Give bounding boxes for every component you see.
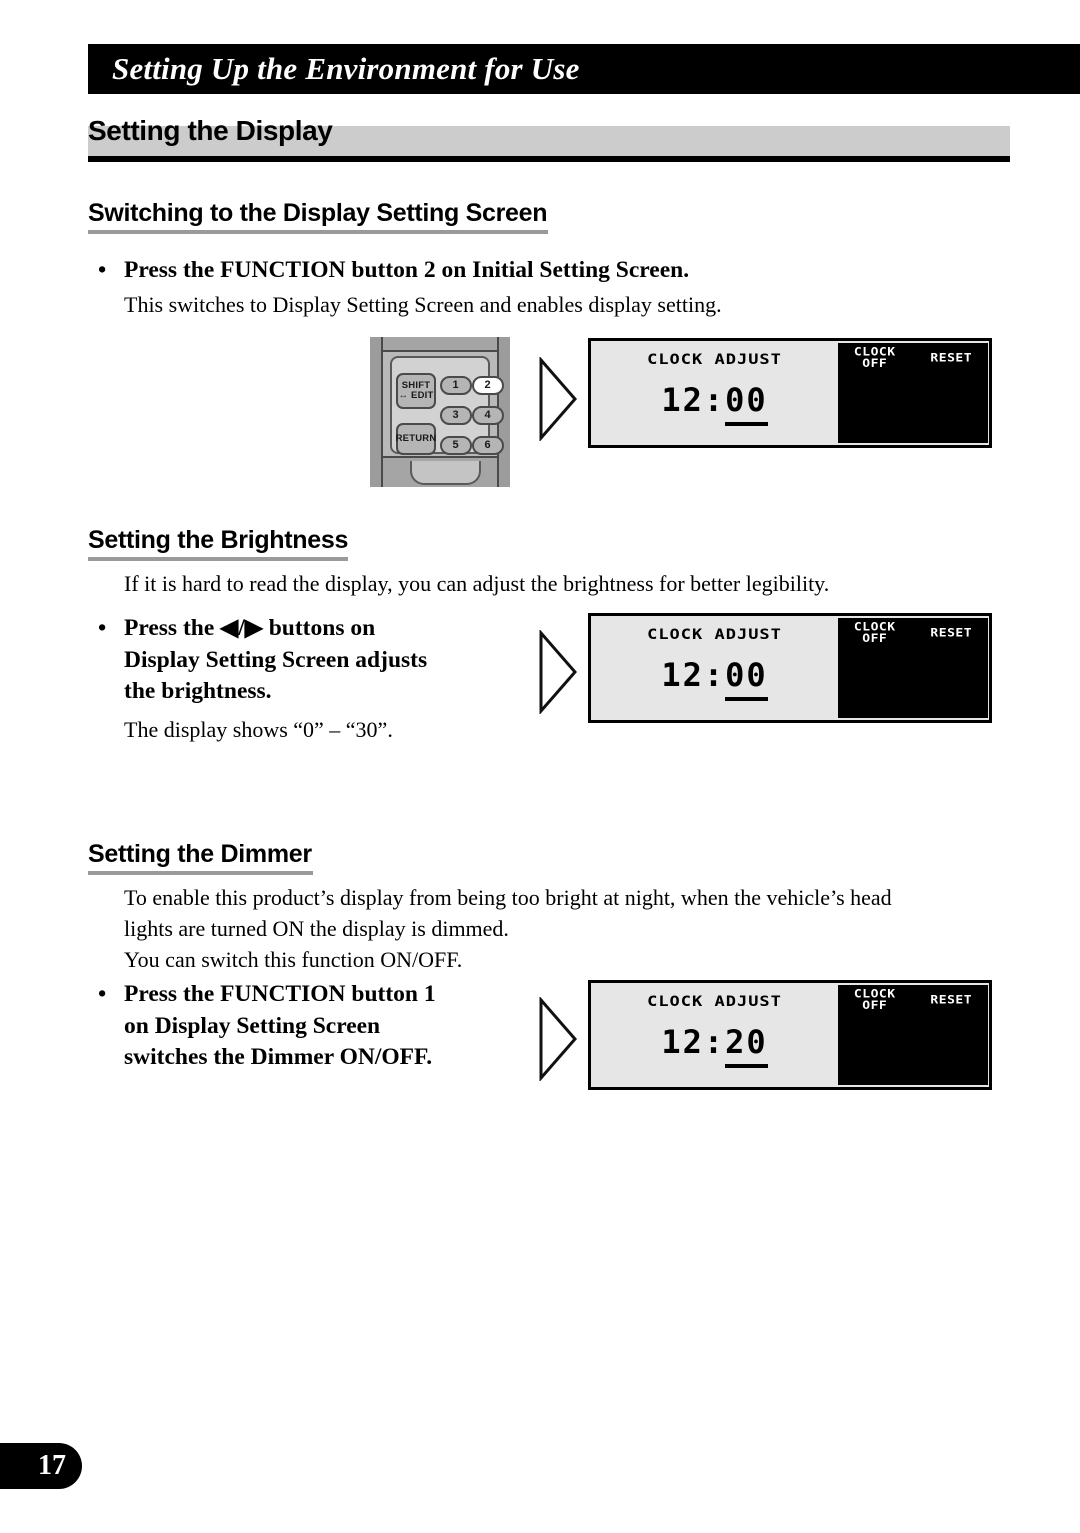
lcd-3-title: CLOCK ADJUST xyxy=(647,993,782,1011)
lcd-1-softkey-reset[interactable]: RESET xyxy=(914,344,988,372)
lcd-screen-2: CLOCK ADJUST 12:00 CLOCK OFF RESET xyxy=(588,613,992,723)
lcd-2-softkey-3[interactable] xyxy=(838,652,912,681)
lcd-3-softkey-6[interactable] xyxy=(914,1053,988,1081)
remote-key-1-label: 1 xyxy=(452,378,460,391)
remote-key-6[interactable]: 6 xyxy=(472,436,504,455)
subsection-title: Setting the Brightness xyxy=(88,526,349,554)
lcd-screen-3: CLOCK ADJUST 12:20 CLOCK OFF RESET xyxy=(588,980,992,1090)
lcd-2-softkey-6[interactable] xyxy=(914,686,988,714)
lcd-2-softkey-4[interactable] xyxy=(914,652,988,681)
remote-key-return[interactable]: RETURN xyxy=(396,423,436,455)
lcd-3-softkey-4[interactable] xyxy=(914,1019,988,1048)
remote-bottom-lip xyxy=(410,461,482,485)
remote-key-5[interactable]: 5 xyxy=(440,436,472,455)
lcd-2-time: 12:00 xyxy=(591,656,838,701)
bullet-dot: • xyxy=(98,257,107,283)
remote-key-edit-label: ↔ EDIT xyxy=(398,390,434,401)
section-heading-band: Setting the Display xyxy=(88,117,1010,156)
note-switching: This switches to Display Setting Screen … xyxy=(124,292,722,317)
remote-key-2-label: 2 xyxy=(484,378,492,391)
bullet-press-arrows: • Press the ◀/▶ buttons on Display Setti… xyxy=(98,613,518,708)
lcd-3-softkey-grid: CLOCK OFF RESET xyxy=(838,985,988,1085)
subsection-title: Switching to the Display Setting Screen xyxy=(88,199,548,227)
lcd-1-display-area: CLOCK ADJUST 12:00 xyxy=(591,341,838,445)
bullet-dot: • xyxy=(98,615,107,641)
section-title: Setting the Display xyxy=(88,115,333,146)
intro-dimmer-line-1: To enable this product’s display from be… xyxy=(124,885,892,910)
subsection-rule xyxy=(88,557,348,562)
remote-key-2[interactable]: 2 xyxy=(472,376,504,395)
section-heading-rule xyxy=(88,156,1010,162)
remote-top-bar xyxy=(383,337,497,352)
lcd-3-time: 12:20 xyxy=(591,1023,838,1068)
lcd-2-time-selected: 00 xyxy=(725,656,768,701)
lcd-1-time-prefix: 12: xyxy=(661,381,726,419)
lcd-3-time-prefix: 12: xyxy=(661,1023,726,1061)
chapter-title: Setting Up the Environment for Use xyxy=(112,51,580,86)
lcd-3-softkey-3[interactable] xyxy=(838,1019,912,1048)
remote-key-shift-edit[interactable]: SHIFT ↔ EDIT xyxy=(396,373,436,409)
intro-dimmer-line-3: You can switch this function ON/OFF. xyxy=(124,947,463,972)
bullet-text-line-3: switches the Dimmer ON/OFF. xyxy=(124,1044,433,1071)
lcd-1-time: 12:00 xyxy=(591,381,838,426)
lcd-1-softkey-4[interactable] xyxy=(914,377,988,406)
bullet-text: Press the FUNCTION button 2 on Initial S… xyxy=(124,257,690,283)
remote-key-return-label: RETURN xyxy=(395,433,437,445)
lcd-3-softkey-clock-off[interactable]: CLOCK OFF xyxy=(838,986,912,1014)
lcd-1-softkey-6[interactable] xyxy=(914,411,988,439)
lcd-2-time-prefix: 12: xyxy=(661,656,726,694)
lcd-1-softkey-grid: CLOCK OFF RESET xyxy=(838,343,988,443)
bullet-text-line-2: on Display Setting Screen xyxy=(124,1012,381,1039)
lcd-screen-1: CLOCK ADJUST 12:00 CLOCK OFF RESET xyxy=(588,338,992,448)
lcd-1-title: CLOCK ADJUST xyxy=(647,351,782,369)
lcd-2-title: CLOCK ADJUST xyxy=(647,626,782,644)
remote-key-5-label: 5 xyxy=(452,438,460,451)
page-number-tab: 17 xyxy=(0,1443,82,1489)
bullet-text-line-3: the brightness. xyxy=(124,678,272,705)
page-number: 17 xyxy=(38,1450,66,1481)
flow-arrow-3 xyxy=(538,995,578,1086)
remote-left-rail xyxy=(370,337,383,487)
intro-dimmer-line-2: lights are turned ON the display is dimm… xyxy=(124,916,509,941)
subsection-rule xyxy=(88,230,548,235)
lcd-1-softkey-3[interactable] xyxy=(838,377,912,406)
bullet-text-line-2: Display Setting Screen adjusts xyxy=(124,646,428,673)
subsection-heading-switching: Switching to the Display Setting Screen xyxy=(88,199,548,235)
lcd-3-display-area: CLOCK ADJUST 12:20 xyxy=(591,983,838,1087)
lcd-3-softkey-reset[interactable]: RESET xyxy=(914,986,988,1014)
remote-key-1[interactable]: 1 xyxy=(440,376,472,395)
bullet-text-line-1: Press the FUNCTION button 1 xyxy=(124,981,436,1007)
subsection-title: Setting the Dimmer xyxy=(88,840,312,868)
lcd-1-softkey-clock-off[interactable]: CLOCK OFF xyxy=(838,344,912,372)
lcd-2-softkey-reset[interactable]: RESET xyxy=(914,619,988,647)
lcd-1-softkey-5[interactable] xyxy=(838,411,912,439)
remote-key-4[interactable]: 4 xyxy=(472,406,504,425)
subsection-rule xyxy=(88,871,313,876)
lcd-2-softkey-clock-off[interactable]: CLOCK OFF xyxy=(838,619,912,647)
subsection-heading-brightness: Setting the Brightness xyxy=(88,526,349,562)
subsection-heading-dimmer: Setting the Dimmer xyxy=(88,840,313,876)
bullet-press-function-2: • Press the FUNCTION button 2 on Initial… xyxy=(98,255,978,287)
section-heading-block: Setting the Display xyxy=(88,117,1010,162)
flow-arrow-1 xyxy=(538,355,578,446)
chapter-header-bar: Setting Up the Environment for Use xyxy=(88,44,1080,94)
remote-key-3[interactable]: 3 xyxy=(440,406,472,425)
lcd-2-softkey-5[interactable] xyxy=(838,686,912,714)
lcd-3-softkey-5[interactable] xyxy=(838,1053,912,1081)
bullet-press-function-1: • Press the FUNCTION button 1 on Display… xyxy=(98,979,578,1074)
intro-brightness: If it is hard to read the display, you c… xyxy=(124,571,830,596)
remote-key-4-label: 4 xyxy=(484,408,492,421)
remote-control-illustration: SHIFT ↔ EDIT RETURN 1 2 3 4 5 6 xyxy=(370,337,510,487)
bullet-dot: • xyxy=(98,981,107,1007)
lcd-1-time-selected: 00 xyxy=(725,381,768,426)
flow-arrow-2 xyxy=(538,628,578,719)
lcd-2-display-area: CLOCK ADJUST 12:00 xyxy=(591,616,838,720)
remote-key-3-label: 3 xyxy=(452,408,460,421)
lcd-3-time-selected: 20 xyxy=(725,1023,768,1068)
bullet-text-line-1: Press the ◀/▶ buttons on xyxy=(124,615,376,641)
remote-key-6-label: 6 xyxy=(484,438,492,451)
remote-bottom-bar xyxy=(383,456,497,487)
lcd-2-softkey-grid: CLOCK OFF RESET xyxy=(838,618,988,718)
